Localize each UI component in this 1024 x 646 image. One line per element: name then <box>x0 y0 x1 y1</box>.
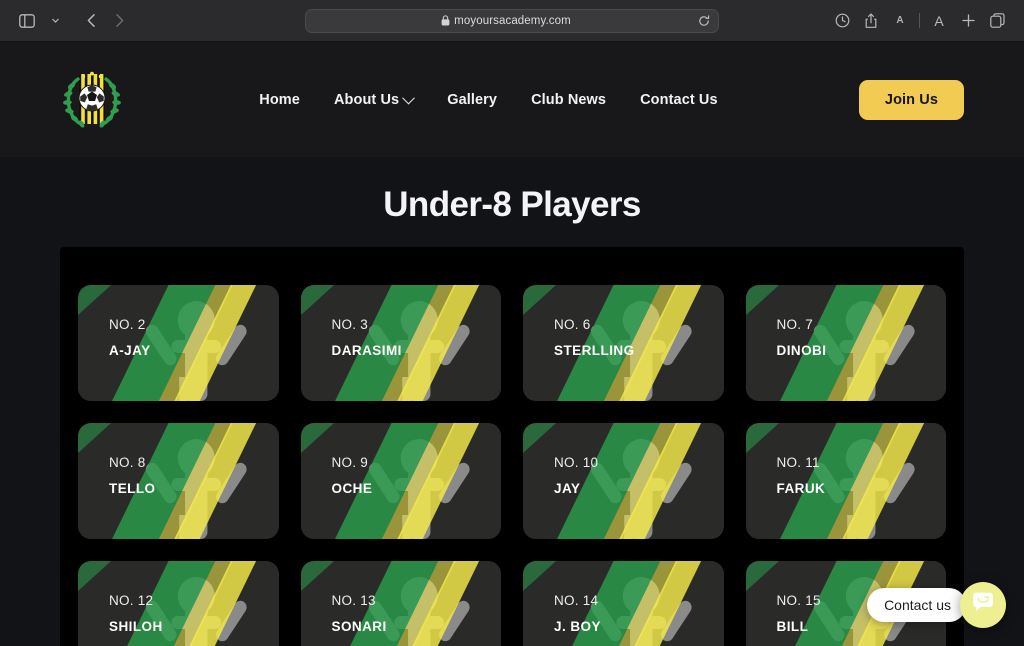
player-card-artwork <box>300 285 501 401</box>
nav-item-gallery[interactable]: Gallery <box>447 92 497 108</box>
lock-icon <box>441 15 450 26</box>
roster-panel: NO. 2 A-JAY NO. 3 DARASIMI NO. 6 STERLLING NO.… <box>60 247 964 646</box>
nav-label: Home <box>259 91 300 108</box>
player-card-artwork <box>745 423 946 539</box>
player-card-artwork <box>745 285 946 401</box>
nav-item-club-news[interactable]: Club News <box>531 92 606 108</box>
chevron-down-icon[interactable] <box>42 8 68 34</box>
nav-item-contact-us[interactable]: Contact Us <box>640 92 718 108</box>
player-card[interactable]: NO. 12 SHILOH <box>78 561 279 646</box>
nav-label: Club News <box>531 91 607 108</box>
player-card-artwork <box>523 423 724 539</box>
player-card-artwork <box>300 423 501 539</box>
nav-label: About Us <box>333 91 400 108</box>
join-us-button[interactable]: Join Us <box>858 79 964 120</box>
share-icon[interactable] <box>858 8 884 34</box>
player-card-artwork <box>523 285 724 401</box>
contact-us-label[interactable]: Contact us <box>867 588 966 622</box>
site-logo[interactable] <box>56 61 128 139</box>
player-card-artwork <box>78 285 279 401</box>
player-card[interactable]: NO. 11 FARUK <box>745 423 946 539</box>
nav-label: Gallery <box>447 91 498 108</box>
contact-widget: Contact us <box>867 582 1006 628</box>
player-card[interactable]: NO. 9 OCHE <box>300 423 501 539</box>
browser-toolbar: moyoursacademy.com A A <box>0 0 1024 42</box>
tab-overview-icon[interactable] <box>984 8 1010 34</box>
address-bar[interactable]: moyoursacademy.com <box>305 8 719 33</box>
nav-item-home[interactable]: Home <box>259 92 300 108</box>
player-card-artwork <box>300 561 501 646</box>
player-card[interactable]: NO. 8 TELLO <box>78 423 279 539</box>
webpage-viewport: Home About Us Gallery Club News Contact … <box>0 42 1024 646</box>
player-card[interactable]: NO. 7 DINOBI <box>745 285 946 401</box>
browser-nav-controls <box>14 8 132 34</box>
browser-toolbar-actions: A A <box>829 8 1010 34</box>
toolbar-divider <box>919 13 920 28</box>
address-bar-content: moyoursacademy.com <box>314 15 698 27</box>
back-chevron-icon[interactable] <box>78 8 104 34</box>
new-tab-plus-icon[interactable] <box>955 8 981 34</box>
player-card[interactable]: NO. 13 SONARI <box>300 561 501 646</box>
player-card[interactable]: NO. 10 JAY <box>523 423 724 539</box>
main-navigation: Home About Us Gallery Club News Contact … <box>118 92 859 108</box>
player-card[interactable]: NO. 3 DARASIMI <box>300 285 501 401</box>
player-card-artwork <box>78 423 279 539</box>
forward-chevron-icon[interactable] <box>106 8 132 34</box>
player-card[interactable]: NO. 6 STERLLING <box>523 285 724 401</box>
nav-item-about-us[interactable]: About Us <box>333 91 416 108</box>
player-card-grid: NO. 2 A-JAY NO. 3 DARASIMI NO. 6 STERLLING NO.… <box>78 285 946 646</box>
text-size-larger-icon[interactable]: A <box>926 8 952 34</box>
chat-bubble-icon <box>971 592 995 619</box>
chevron-down-icon <box>402 91 416 105</box>
player-card-artwork <box>523 561 724 646</box>
contact-chat-button[interactable] <box>960 582 1006 628</box>
history-clock-icon[interactable] <box>829 8 855 34</box>
player-card[interactable]: NO. 14 J. BOY <box>523 561 724 646</box>
sidebar-toggle-icon[interactable] <box>14 8 40 34</box>
nav-label: Contact Us <box>640 91 718 108</box>
player-card[interactable]: NO. 2 A-JAY <box>78 285 279 401</box>
page-title: Under-8 Players <box>0 157 1024 247</box>
site-header: Home About Us Gallery Club News Contact … <box>0 42 1024 157</box>
soccer-crest-logo-icon <box>56 61 128 139</box>
text-size-smaller-icon[interactable]: A <box>887 8 913 34</box>
url-text: moyoursacademy.com <box>454 14 571 27</box>
player-card-artwork <box>78 561 279 646</box>
reload-icon[interactable] <box>698 14 710 27</box>
